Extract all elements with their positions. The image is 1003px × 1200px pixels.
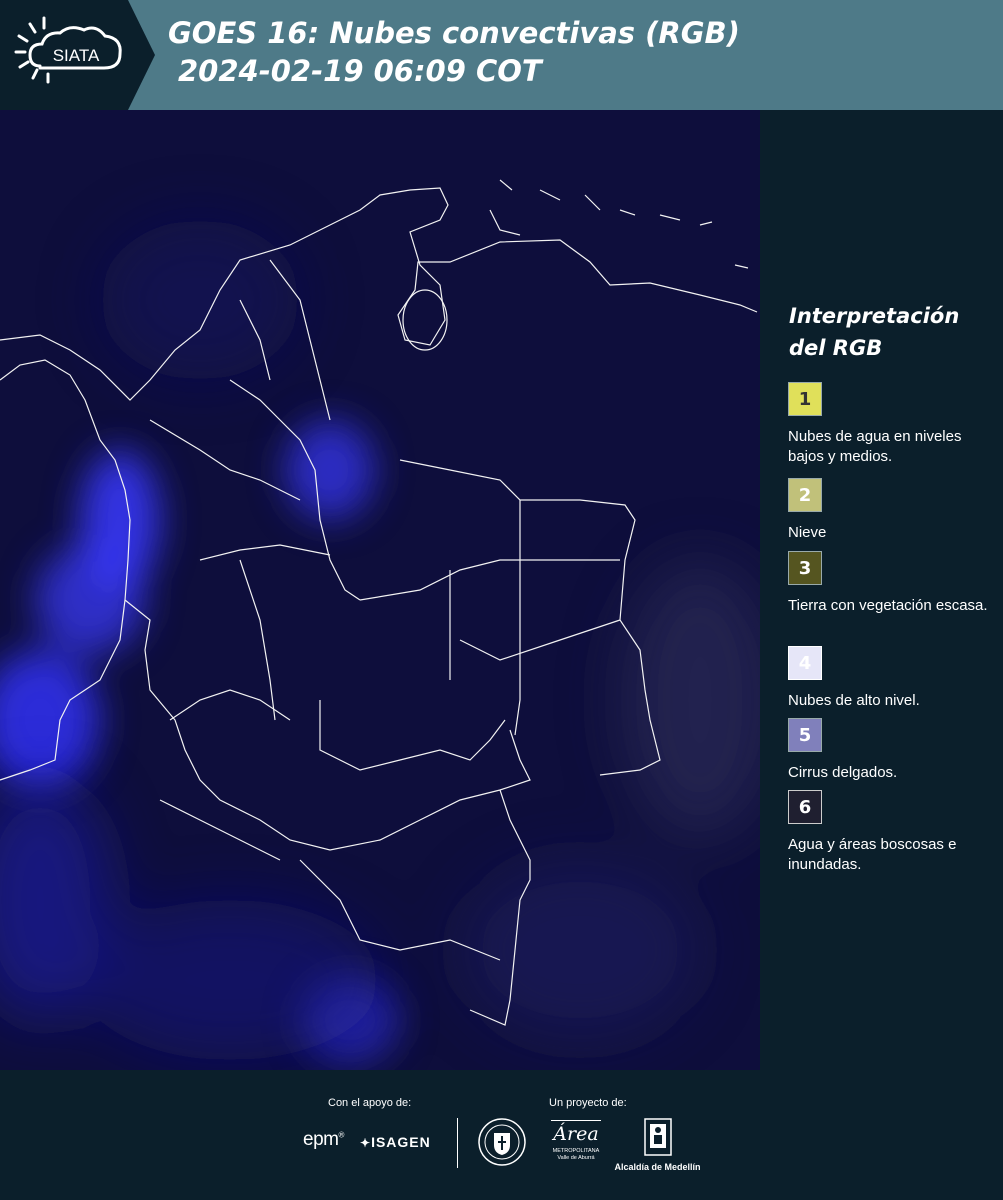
footer: Con el apoyo de: Un proyecto de: epm® ✦I… [0, 1070, 1003, 1200]
legend-item-1: 1 Nubes de agua en niveles bajos y medio… [788, 382, 993, 467]
map-canvas [0, 110, 760, 1070]
legend-item-3: 3 Tierra con vegetación escasa. [788, 551, 993, 616]
project-label: Un proyecto de: [549, 1097, 627, 1109]
legend-item-4: 4 Nubes de alto nivel. [788, 646, 993, 711]
page-title: GOES 16: Nubes convectivas (RGB) 2024-02… [168, 14, 740, 90]
title-line-2: 2024-02-19 06:09 COT [178, 54, 542, 88]
isagen-mark-icon: ✦ [360, 1136, 372, 1150]
legend-label: Tierra con vegetación escasa. [788, 597, 988, 614]
legend-swatch: 4 [788, 646, 822, 680]
legend-swatch: 6 [788, 790, 822, 824]
medellin-seal-icon [478, 1118, 526, 1166]
header: SIATA GOES 16: Nubes convectivas (RGB) 2… [0, 0, 1003, 110]
legend-swatch: 3 [788, 551, 822, 585]
title-line-1: GOES 16: Nubes convectivas (RGB) [168, 16, 740, 50]
legend-item-6: 6 Agua y áreas boscosas e inundadas. [788, 790, 993, 875]
legend-swatch: 5 [788, 718, 822, 752]
legend-label: Nubes de alto nivel. [788, 692, 920, 709]
legend-panel: Interpretación del RGB 1 Nubes de agua e… [760, 110, 1003, 1070]
epm-logo: epm® [303, 1129, 344, 1150]
alcaldia-logo: Alcaldía de Medellín [610, 1118, 705, 1172]
satellite-map[interactable] [0, 110, 760, 1070]
support-label: Con el apoyo de: [328, 1097, 412, 1109]
area-metropolitana-logo: Área METROPOLITANA Valle de Aburrá [551, 1120, 601, 1162]
logo-panel: SIATA [0, 0, 155, 110]
legend-swatch: 1 [788, 382, 822, 416]
legend-label: Cirrus delgados. [788, 764, 898, 781]
legend-label: Nieve [788, 524, 827, 541]
legend-label: Nubes de agua en niveles bajos y medios. [788, 428, 962, 465]
legend-item-2: 2 Nieve [788, 478, 993, 543]
legend-label: Agua y áreas boscosas e inundadas. [788, 836, 957, 873]
legend-swatch: 2 [788, 478, 822, 512]
siata-logo-text: SIATA [53, 46, 100, 65]
alcaldia-shield-icon [643, 1118, 672, 1156]
legend-item-5: 5 Cirrus delgados. [788, 718, 993, 783]
isagen-logo: ✦ISAGEN [360, 1134, 431, 1150]
legend-title: Interpretación del RGB [789, 304, 960, 360]
footer-divider [457, 1118, 458, 1168]
